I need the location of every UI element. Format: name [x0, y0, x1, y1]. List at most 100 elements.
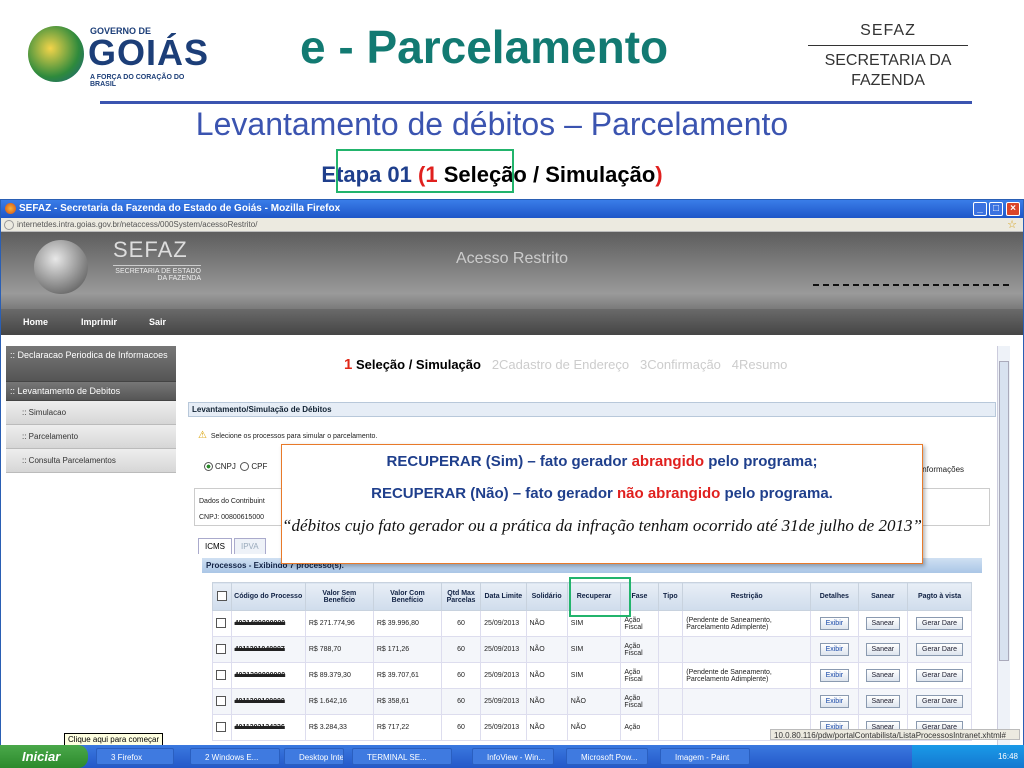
etapa-close: ) [655, 162, 663, 187]
col-tipo: Tipo [657, 582, 684, 611]
cell-codigo: 4011301040007 [230, 636, 306, 663]
globe-icon [34, 240, 88, 294]
minimize-icon[interactable]: _ [973, 202, 987, 216]
tax-tabs: ICMS IPVA [198, 538, 268, 554]
window-title: SEFAZ - Secretaria da Fazenda do Estado … [19, 203, 341, 214]
cell-sanear: Sanear [857, 688, 909, 715]
site-logo-name: SEFAZ [113, 237, 188, 262]
tab-ipva[interactable]: IPVA [234, 538, 266, 554]
radio-cnpj-label: CNPJ [215, 462, 236, 471]
cell-pagto: Gerar Dare [907, 688, 972, 715]
bookmark-star-icon[interactable]: ☆ [1007, 218, 1017, 232]
scrollbar[interactable] [997, 346, 1010, 764]
sanear-button[interactable]: Sanear [865, 695, 901, 708]
menu-imprimir[interactable]: Imprimir [81, 317, 117, 327]
cell-data: 25/09/2013 [480, 688, 527, 715]
cell-valor-com: R$ 39.707,61 [372, 662, 442, 689]
gerar-dare-button[interactable]: Gerar Dare [916, 643, 964, 656]
task-infoview[interactable]: InfoView - Win... [472, 748, 554, 765]
col-sanear: Sanear [857, 582, 909, 611]
row-select [212, 636, 232, 663]
cell-fase: Ação [620, 714, 659, 741]
address-bar[interactable]: internetdes.intra.goias.gov.br/netaccess… [1, 218, 1023, 232]
status-url: 10.0.80.116/pdw/portalContabilista/Lista… [770, 729, 1020, 740]
task-firefox[interactable]: 3 Firefox [96, 748, 174, 765]
address-url[interactable]: internetdes.intra.goias.gov.br/netaccess… [17, 220, 257, 229]
start-label: Iniciar [22, 749, 61, 764]
cell-recuperar: NÃO [566, 688, 622, 715]
radio-cpf[interactable] [240, 462, 250, 472]
nav-section-levantamento[interactable]: :: Levantamento de Debitos [6, 382, 176, 401]
exibir-button[interactable]: Exibir [819, 695, 850, 708]
cell-solidario: NÃO [525, 610, 568, 637]
row-select [212, 662, 232, 689]
exibir-button[interactable]: Exibir [819, 643, 850, 656]
task-paint[interactable]: Imagem - Paint [660, 748, 750, 765]
exibir-button[interactable]: Exibir [819, 669, 850, 682]
cell-solidario: NÃO [525, 688, 568, 715]
callout-line1-c: pelo programa; [704, 453, 818, 470]
select-all-checkbox[interactable] [216, 590, 227, 601]
callout-line1-a: RECUPERAR (Sim) – fato gerador [386, 453, 632, 470]
nav-item-parcelamento[interactable]: :: Parcelamento [6, 425, 176, 449]
cell-restricao [682, 636, 812, 663]
slide-subtitle: Levantamento de débitos – Parcelamento [195, 106, 789, 142]
cell-restricao [682, 688, 812, 715]
close-icon[interactable]: × [1006, 202, 1020, 216]
row-select [212, 688, 232, 715]
cell-tipo [657, 688, 684, 715]
scrollbar-thumb[interactable] [999, 361, 1009, 661]
radio-cnpj[interactable] [204, 462, 213, 472]
task-powerpoint[interactable]: Microsoft Pow... [566, 748, 648, 765]
cell-fase: Ação Fiscal [620, 688, 659, 715]
site-header-title: Acesso Restrito [456, 250, 569, 267]
task-terminal[interactable]: TERMINAL SE... [352, 748, 452, 765]
gerar-dare-button[interactable]: Gerar Dare [916, 617, 964, 630]
table-row: 4031300000000 R$ 89.379,30 R$ 39.707,61 60 2… [212, 662, 972, 689]
exibir-button[interactable]: Exibir [819, 617, 850, 630]
cell-tipo [657, 636, 684, 663]
nav-item-simulacao[interactable]: :: Simulacao [6, 401, 176, 425]
sanear-button[interactable]: Sanear [865, 669, 901, 682]
cell-data: 25/09/2013 [480, 714, 527, 741]
callout-line2-a: RECUPERAR (Não) – fato gerador [371, 485, 617, 502]
task-windows-explorer[interactable]: 2 Windows E... [190, 748, 280, 765]
warning-text: Selecione os processos para simular o pa… [210, 433, 378, 440]
recuperar-highlight-box [569, 577, 631, 617]
gerar-dare-button[interactable]: Gerar Dare [916, 695, 964, 708]
cell-fase: Ação Fiscal [620, 636, 659, 663]
taskbar: Iniciar 3 Firefox 2 Windows E... Desktop… [0, 745, 1024, 768]
task-desktop-intelli[interactable]: Desktop Intelli... [284, 748, 344, 765]
row-checkbox[interactable] [216, 721, 226, 732]
cell-tipo [657, 714, 684, 741]
row-checkbox[interactable] [216, 669, 226, 680]
globe-icon [28, 26, 84, 82]
step2-num: 2 [491, 357, 500, 372]
cell-restricao: (Pendente de Saneamento, Parcelamento Ad… [682, 610, 812, 637]
cell-valor-com: R$ 358,61 [372, 688, 442, 715]
site-menu: Home Imprimir Sair [1, 309, 1023, 335]
cell-valor-sem: R$ 89.379,30 [304, 662, 374, 689]
cell-detalhes: Exibir [810, 688, 859, 715]
gerar-dare-button[interactable]: Gerar Dare [916, 669, 964, 682]
nav-item-consulta[interactable]: :: Consulta Parcelamentos [6, 449, 176, 473]
menu-sair[interactable]: Sair [149, 317, 166, 327]
tab-icms[interactable]: ICMS [198, 538, 232, 554]
row-checkbox[interactable] [216, 617, 226, 628]
cell-recuperar: SIM [566, 636, 622, 663]
goias-logo: GOVERNO DE GOIÁS A FORÇA DO CORAÇÃO DO B… [28, 22, 208, 88]
cell-sanear: Sanear [857, 610, 909, 637]
row-checkbox[interactable] [216, 695, 226, 706]
callout-line2-b: não abrangido [616, 485, 721, 502]
sanear-button[interactable]: Sanear [865, 617, 901, 630]
start-button[interactable]: Iniciar [0, 745, 88, 768]
cell-valor-sem: R$ 271.774,96 [304, 610, 374, 637]
nav-section-declaracao[interactable]: :: Declaracao Periodica de Informacoes [6, 346, 176, 382]
cell-data: 25/09/2013 [480, 610, 527, 637]
sanear-button[interactable]: Sanear [865, 643, 901, 656]
logo-goias-tag: A FORÇA DO CORAÇÃO DO BRASIL [90, 74, 185, 88]
row-checkbox[interactable] [216, 643, 226, 654]
menu-home[interactable]: Home [23, 317, 48, 327]
maximize-icon[interactable]: □ [989, 202, 1003, 216]
cell-qtd: 60 [440, 662, 482, 689]
